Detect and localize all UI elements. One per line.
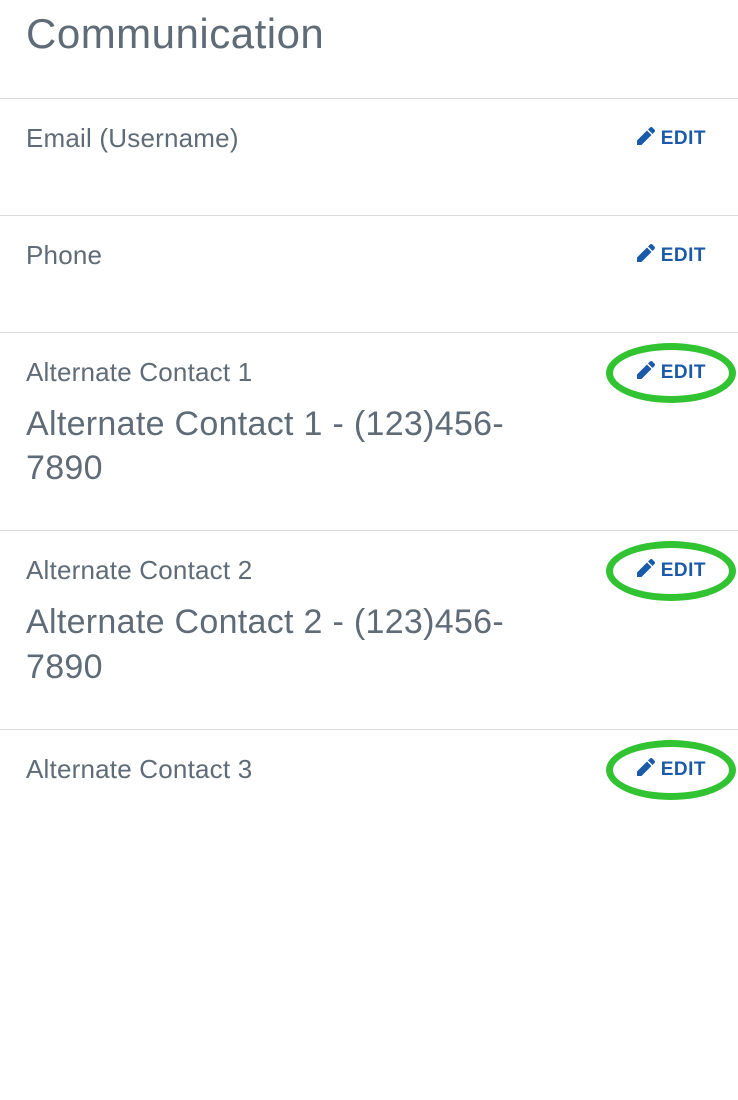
edit-label: EDIT [661,362,706,384]
pencil-icon [637,244,655,268]
edit-phone-button[interactable]: EDIT [631,240,712,272]
label-wrap: Alternate Contact 1 Alternate Contact 1 … [26,357,506,490]
section-alt-contact-3: Alternate Contact 3 EDIT [0,729,738,806]
communication-settings: Communication Email (Username) EDIT Phon… [0,0,738,806]
alt-contact-1-label: Alternate Contact 1 [26,357,506,388]
email-label: Email (Username) [26,123,239,154]
edit-email-button[interactable]: EDIT [631,123,712,155]
alt-contact-2-value: Alternate Contact 2 - (123)456-7890 [26,600,506,688]
section-header: Alternate Contact 3 EDIT [26,754,712,786]
section-header: Phone EDIT [26,240,712,272]
label-wrap: Alternate Contact 2 Alternate Contact 2 … [26,555,506,688]
alt-contact-1-value: Alternate Contact 1 - (123)456-7890 [26,402,506,490]
alt-contact-2-label: Alternate Contact 2 [26,555,506,586]
edit-label: EDIT [661,759,706,781]
pencil-icon [637,127,655,151]
edit-alt-contact-1-button[interactable]: EDIT [631,357,712,389]
section-alt-contact-1: Alternate Contact 1 Alternate Contact 1 … [0,332,738,530]
edit-label: EDIT [661,560,706,582]
pencil-icon [637,758,655,782]
edit-alt-contact-2-button[interactable]: EDIT [631,555,712,587]
label-wrap: Email (Username) [26,123,239,154]
edit-label: EDIT [661,245,706,267]
label-wrap: Phone [26,240,102,271]
edit-alt-contact-3-button[interactable]: EDIT [631,754,712,786]
edit-label: EDIT [661,128,706,150]
section-header: Alternate Contact 2 Alternate Contact 2 … [26,555,712,688]
section-phone: Phone EDIT [0,215,738,332]
section-header: Alternate Contact 1 Alternate Contact 1 … [26,357,712,490]
pencil-icon [637,559,655,583]
page-title: Communication [0,0,738,98]
section-email: Email (Username) EDIT [0,98,738,215]
label-wrap: Alternate Contact 3 [26,754,252,785]
alt-contact-3-label: Alternate Contact 3 [26,754,252,785]
section-alt-contact-2: Alternate Contact 2 Alternate Contact 2 … [0,530,738,728]
pencil-icon [637,361,655,385]
phone-label: Phone [26,240,102,271]
section-header: Email (Username) EDIT [26,123,712,155]
